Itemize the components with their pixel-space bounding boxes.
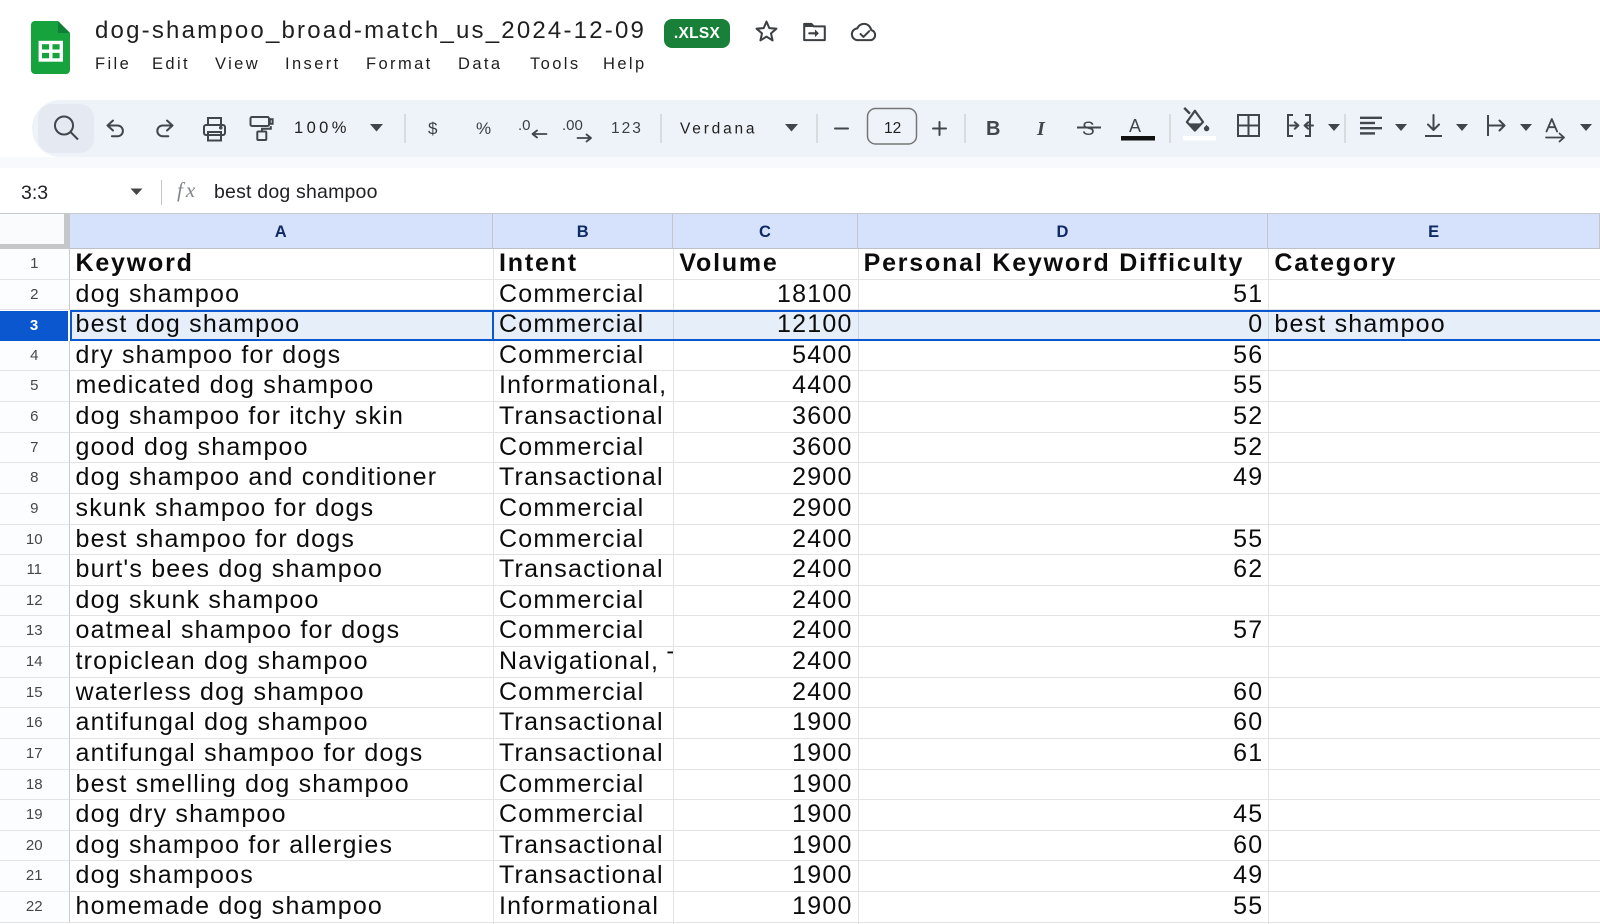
svg-text:I: I [1036,118,1046,140]
svg-text:S: S [1082,119,1095,140]
svg-text:%: % [476,119,491,138]
svg-text:$: $ [428,119,438,138]
svg-text:.00: .00 [562,117,583,134]
svg-text:.0: .0 [518,117,531,134]
svg-text:12: 12 [884,120,901,137]
svg-text:100%: 100% [294,119,350,137]
svg-text:Verdana: Verdana [680,121,757,138]
svg-text:123: 123 [611,120,643,137]
svg-text:B: B [986,118,1000,140]
svg-text:A: A [1129,116,1141,136]
